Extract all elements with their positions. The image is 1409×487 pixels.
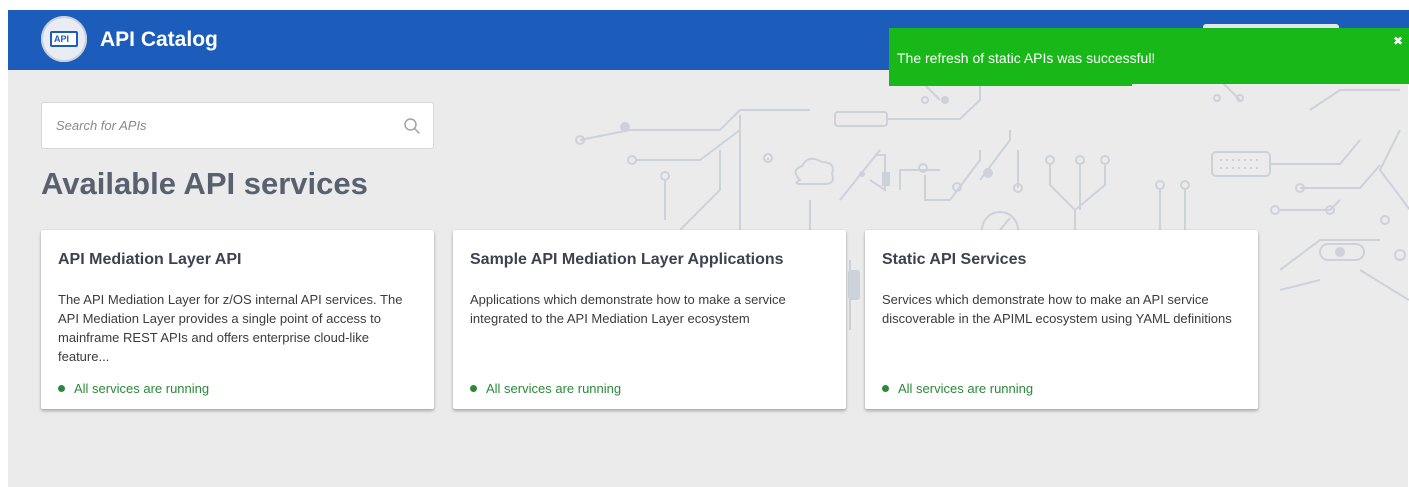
status-dot-icon xyxy=(58,385,65,392)
card-description: The API Mediation Layer for z/OS interna… xyxy=(58,292,403,364)
card-title: API Mediation Layer API xyxy=(58,251,242,268)
status-text: All services are running xyxy=(486,381,622,396)
api-catalog-logo[interactable]: API xyxy=(41,16,87,62)
status-dot-icon xyxy=(882,385,889,392)
api-logo-icon: API xyxy=(50,31,78,47)
service-card-sample-applications[interactable]: Sample API Mediation Layer Applications … xyxy=(453,230,846,409)
card-title: Sample API Mediation Layer Applications xyxy=(470,251,784,268)
service-card-api-mediation-layer[interactable]: API Mediation Layer API The API Mediatio… xyxy=(41,230,434,409)
card-status: All services are running xyxy=(58,381,209,396)
toast-message: The refresh of static APIs was successfu… xyxy=(897,50,1156,66)
card-description: Applications which demonstrate how to ma… xyxy=(470,292,786,326)
app-title: API Catalog xyxy=(100,28,218,51)
status-dot-icon xyxy=(470,385,477,392)
search-box xyxy=(41,102,434,149)
card-status: All services are running xyxy=(882,381,1033,396)
close-icon[interactable]: ✖ xyxy=(1393,34,1403,48)
card-description: Services which demonstrate how to make a… xyxy=(882,292,1232,326)
status-text: All services are running xyxy=(74,381,210,396)
success-toast: The refresh of static APIs was successfu… xyxy=(889,28,1409,84)
status-text: All services are running xyxy=(898,381,1034,396)
search-icon[interactable] xyxy=(403,117,421,135)
card-status: All services are running xyxy=(470,381,621,396)
service-card-static-api-services[interactable]: Static API Services Services which demon… xyxy=(865,230,1258,409)
card-title: Static API Services xyxy=(882,251,1027,268)
search-input[interactable] xyxy=(56,103,396,148)
toast-progress xyxy=(889,82,1132,86)
page-title: Available API services xyxy=(41,166,368,201)
